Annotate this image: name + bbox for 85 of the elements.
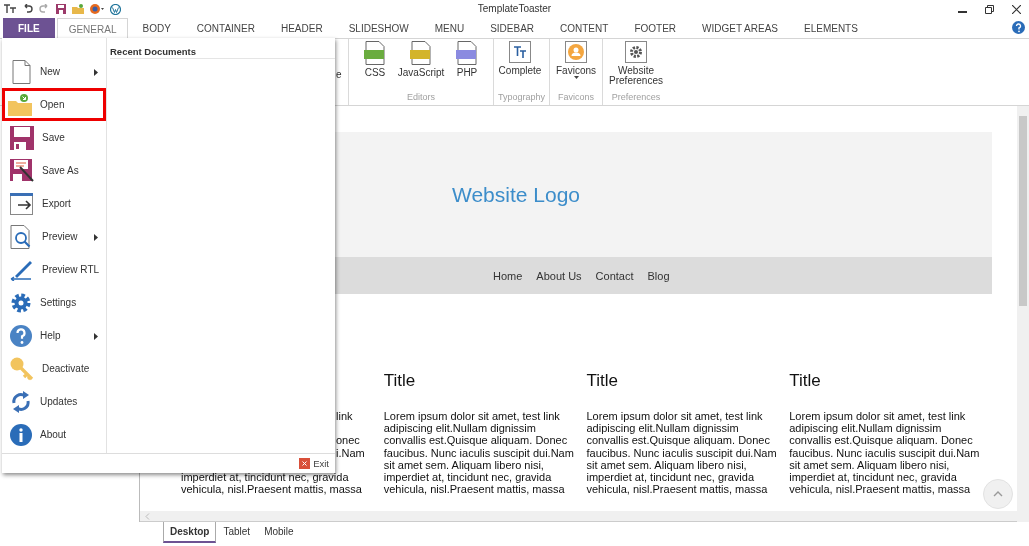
document-icon — [10, 59, 32, 84]
pen-icon — [10, 258, 34, 281]
ribbon-tab[interactable]: CONTAINER — [184, 18, 267, 38]
nav-link[interactable]: Blog — [647, 269, 670, 282]
ribbon-tab[interactable]: ELEMENTS — [792, 18, 870, 38]
vertical-scrollbar[interactable] — [1017, 106, 1029, 522]
javascript-file-icon — [410, 41, 432, 65]
ribbon-tab[interactable]: FOOTER — [622, 18, 689, 38]
column-title: Title — [789, 371, 822, 392]
ribbon-tab[interactable]: MENU — [422, 18, 477, 38]
ribbon-button[interactable]: Complete — [498, 41, 542, 92]
ribbon-group-label: Typography — [498, 92, 546, 104]
device-tab[interactable]: Desktop — [163, 522, 217, 543]
column-text: Lorem ipsum dolor sit amet, test link adipiscing elit.Nullam dignissim convallis est.Quisque aliquam. Donec faucibus. Nunc iaculis suscipit dui.Nam sit amet sem. Aliquam libero nisi, imperdiet at, tincidunt nec, gravida vehicula, nisl.Praesent mattis, massa — [383, 410, 575, 496]
column-text-line: vehicula, nisl.Praesent mattis, massa — [181, 483, 363, 496]
ribbon-tab[interactable]: BODY — [130, 18, 183, 38]
column-text-line: onec — [335, 434, 361, 447]
exit-button[interactable]: Exit — [299, 458, 329, 469]
help-icon[interactable] — [1012, 21, 1025, 34]
column-text-line: i.Nam — [335, 446, 366, 459]
floppy-disk-pen-icon — [10, 158, 34, 183]
website-logo: Website Logo — [452, 182, 580, 207]
nav-link[interactable]: About Us — [536, 269, 582, 282]
menu-item[interactable]: Preview RTL — [2, 253, 106, 286]
ribbon-tab[interactable]: HEADER — [268, 18, 335, 38]
ribbon-button[interactable]: CSS — [353, 41, 397, 92]
ribbon-tab[interactable]: GENERAL — [56, 18, 129, 39]
menu-item[interactable]: Deactivate — [2, 352, 106, 385]
menu-item[interactable]: New — [2, 55, 106, 88]
ribbon-button-label: e — [336, 68, 343, 82]
info-icon — [10, 423, 32, 446]
ribbon-button[interactable]: JavaScript — [399, 41, 443, 92]
ribbon-group-label: Preferences — [610, 92, 662, 104]
undo-icon[interactable] — [22, 4, 33, 14]
ribbon-button[interactable]: PHP — [445, 41, 489, 92]
horizontal-scrollbar[interactable] — [140, 511, 1017, 522]
menu-item[interactable]: Open — [2, 88, 106, 121]
menu-item[interactable]: Updates — [2, 385, 106, 418]
menu-item[interactable]: About — [2, 418, 106, 451]
ribbon-tab[interactable]: WIDGET AREAS — [690, 18, 790, 38]
ribbon-group-label: Editors — [406, 92, 436, 104]
ribbon-tab[interactable]: SIDEBAR — [478, 18, 547, 38]
ribbon-tab[interactable]: CONTENT — [548, 18, 621, 38]
column-title: Title — [586, 371, 619, 392]
restore-icon[interactable] — [985, 4, 994, 14]
column-text-line: link — [335, 410, 354, 423]
menu-item[interactable]: Save — [2, 121, 106, 154]
recent-documents-heading: Recent Documents — [110, 46, 335, 59]
column-text: Lorem ipsum dolor sit amet, test link adipiscing elit.Nullam dignissim convallis est.Quisque aliquam. Donec faucibus. Nunc iaculis suscipit dui.Nam sit amet sem. Aliquam libero nisi, imperdiet at, tincidunt nec, gravida vehicula, nisl.Praesent mattis, massa — [789, 410, 981, 496]
column-title: Title — [383, 371, 417, 392]
menu-item[interactable]: Help — [2, 319, 106, 352]
device-tab[interactable]: Tablet — [216, 522, 258, 542]
window-title: TemplateToaster — [477, 3, 552, 14]
gear-icon — [625, 41, 648, 63]
nav-link[interactable]: Contact — [595, 269, 634, 282]
menu-item[interactable]: Preview — [2, 220, 106, 253]
typography-icon[interactable] — [4, 4, 16, 14]
typography-icon — [509, 41, 531, 63]
browser-icon[interactable] — [90, 4, 104, 14]
ribbon-button[interactable]: Favicons — [554, 41, 599, 92]
device-tab[interactable]: Mobile — [257, 522, 301, 542]
help-icon — [10, 324, 32, 347]
css-file-icon — [364, 41, 386, 65]
chevron-up-icon — [993, 491, 1003, 497]
file-tab[interactable]: FILE — [3, 18, 55, 38]
menu-item[interactable]: Export — [2, 187, 106, 220]
column-text: Lorem ipsum dolor sit amet, test link adipiscing elit.Nullam dignissim convallis est.Quisque aliquam. Donec faucibus. Nunc iaculis suscipit dui.Nam sit amet sem. Aliquam libero nisi, imperdiet at, tincidunt nec, gravida vehicula, nisl.Praesent mattis, massa — [586, 410, 778, 496]
menu-item[interactable]: Save As — [2, 154, 106, 187]
menu-item[interactable]: Settings — [2, 286, 106, 319]
refresh-arrows-icon — [10, 389, 32, 414]
close-icon — [299, 458, 311, 469]
ribbon-button[interactable]: Website Preferences — [607, 41, 666, 92]
open-folder-icon[interactable] — [72, 4, 84, 14]
ribbon-group-label: Favicons — [557, 92, 596, 104]
settings-icon — [10, 291, 32, 314]
wordpress-icon[interactable] — [110, 3, 121, 15]
nav-link[interactable]: Home — [493, 269, 523, 282]
php-file-icon — [456, 41, 478, 65]
user-badge-icon — [565, 41, 588, 63]
column-text-line: imperdiet at, tincidunt nec, gravida — [181, 470, 350, 484]
save-icon[interactable] — [56, 4, 66, 14]
key-icon — [10, 356, 34, 381]
folder-icon — [8, 92, 32, 117]
ribbon-tab[interactable]: SLIDESHOW — [336, 18, 421, 38]
close-icon[interactable] — [1012, 4, 1021, 14]
